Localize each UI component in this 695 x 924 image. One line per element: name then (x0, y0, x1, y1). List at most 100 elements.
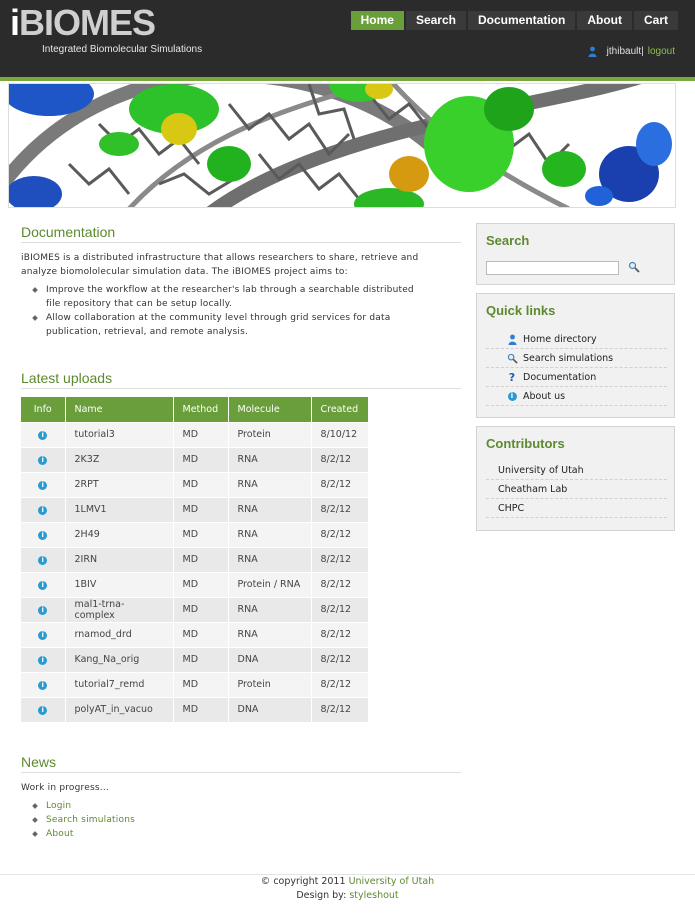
name-cell[interactable]: 2IRN (65, 546, 174, 572)
documentation-text: iBIOMES is a distributed infrastructure … (21, 253, 419, 277)
created-cell: 8/2/12 (311, 696, 369, 722)
quick-links-title: Quick links (486, 303, 556, 318)
table-row: i tutorial3 MD Protein 8/10/12 (21, 421, 369, 447)
info-icon[interactable]: i (38, 456, 48, 465)
contributor-cheatham-lab[interactable]: Cheatham Lab (486, 480, 667, 499)
main-content: Documentation iBIOMES is a distributed i… (21, 224, 461, 841)
method-cell: MD (173, 521, 229, 547)
question-icon: ? (508, 370, 516, 384)
news-link-login[interactable]: Login (46, 801, 71, 811)
molecule-cell: Protein (228, 421, 312, 447)
news-links: Login Search simulations About (33, 799, 461, 841)
quick-link-label: About us (523, 390, 566, 402)
name-cell[interactable]: tutorial3 (65, 421, 174, 447)
nav-home[interactable]: Home (350, 11, 404, 30)
table-row: i Kang_Na_orig MD DNA 8/2/12 (21, 646, 369, 672)
col-created[interactable]: Created (311, 397, 369, 422)
info-cell: i (21, 571, 66, 597)
name-cell[interactable]: 2H49 (65, 521, 174, 547)
news-text: Work in progress... (21, 783, 109, 793)
quick-link-documentation[interactable]: ? Documentation (486, 368, 667, 387)
user-area: jthibault | logout (588, 46, 675, 57)
user-icon (508, 334, 516, 345)
info-icon[interactable]: i (38, 631, 48, 640)
table-row: i tutorial7_remd MD Protein 8/2/12 (21, 671, 369, 697)
name-cell[interactable]: Kang_Na_orig (65, 646, 174, 672)
col-method[interactable]: Method (173, 397, 229, 422)
created-cell: 8/10/12 (311, 421, 369, 447)
info-icon[interactable]: i (38, 506, 48, 515)
news-link-about[interactable]: About (46, 829, 74, 839)
quick-links-list: Home directory Search simulations ? Docu… (486, 330, 667, 406)
name-cell[interactable]: polyAT_in_vacuo (65, 696, 174, 722)
created-cell: 8/2/12 (311, 496, 369, 522)
news-heading: News (21, 754, 461, 773)
molecule-cell: RNA (228, 471, 312, 497)
created-cell: 8/2/12 (311, 546, 369, 572)
col-info[interactable]: Info (21, 397, 66, 422)
list-item: About (33, 827, 428, 841)
info-icon[interactable]: i (38, 481, 48, 490)
documentation-bullets: Improve the workflow at the researcher's… (33, 283, 461, 339)
list-item: Allow collaboration at the community lev… (33, 311, 428, 339)
quick-links-box: Quick links Home directory Search simula… (476, 293, 675, 418)
site-header: iBIOMES Integrated Biomolecular Simulati… (0, 0, 695, 77)
search-icon[interactable] (628, 261, 640, 273)
quick-link-home-directory[interactable]: Home directory (486, 330, 667, 349)
info-icon[interactable]: i (38, 556, 48, 565)
molecule-cell: Protein (228, 671, 312, 697)
info-icon[interactable]: i (38, 431, 48, 440)
method-cell: MD (173, 546, 229, 572)
contributor-chpc[interactable]: CHPC (486, 499, 667, 518)
created-cell: 8/2/12 (311, 646, 369, 672)
nav-search[interactable]: Search (405, 11, 466, 30)
logo-i: i (10, 2, 20, 43)
nav-cart[interactable]: Cart (633, 11, 678, 30)
list-item: Login (33, 799, 428, 813)
latest-uploads-heading: Latest uploads (21, 370, 461, 389)
method-cell: MD (173, 696, 229, 722)
created-cell: 8/2/12 (311, 596, 369, 622)
quick-link-search-simulations[interactable]: Search simulations (486, 349, 667, 368)
info-icon[interactable]: i (38, 706, 48, 716)
method-cell: MD (173, 471, 229, 497)
copyright-link[interactable]: University of Utah (349, 876, 435, 887)
created-cell: 8/2/12 (311, 571, 369, 597)
name-cell[interactable]: 1BIV (65, 571, 174, 597)
method-cell: MD (173, 446, 229, 472)
col-name[interactable]: Name (65, 397, 174, 422)
nav-about[interactable]: About (577, 11, 632, 30)
quick-link-label: Documentation (523, 371, 597, 383)
info-icon[interactable]: i (38, 606, 48, 615)
info-cell: i (21, 621, 66, 647)
name-cell[interactable]: rnamod_drd (65, 621, 174, 647)
created-cell: 8/2/12 (311, 521, 369, 547)
table-row: i 2RPT MD RNA 8/2/12 (21, 471, 369, 497)
info-icon[interactable]: i (38, 531, 48, 540)
quick-link-about-us[interactable]: i About us (486, 387, 667, 406)
logout-link[interactable]: logout (648, 46, 675, 57)
documentation-heading: Documentation (21, 224, 461, 243)
contributor-university-of-utah[interactable]: University of Utah (486, 461, 667, 480)
info-icon[interactable]: i (38, 656, 48, 665)
search-box: Search (476, 223, 675, 285)
search-input[interactable] (486, 261, 619, 275)
info-cell: i (21, 646, 66, 672)
molecule-cell: RNA (228, 496, 312, 522)
method-cell: MD (173, 496, 229, 522)
col-molecule[interactable]: Molecule (228, 397, 312, 422)
nav-documentation[interactable]: Documentation (467, 11, 576, 30)
user-icon (588, 46, 597, 57)
site-logo[interactable]: iBIOMES (10, 2, 156, 44)
name-cell[interactable]: 2K3Z (65, 446, 174, 472)
design-link[interactable]: styleshout (349, 890, 398, 901)
news-link-search[interactable]: Search simulations (46, 815, 135, 825)
name-cell[interactable]: mal1-trna-complex (65, 596, 174, 622)
design-by-text: Design by: (296, 890, 347, 901)
info-icon[interactable]: i (38, 581, 48, 590)
info-cell: i (21, 596, 66, 622)
name-cell[interactable]: 2RPT (65, 471, 174, 497)
name-cell[interactable]: 1LMV1 (65, 496, 174, 522)
name-cell[interactable]: tutorial7_remd (65, 671, 174, 697)
info-icon[interactable]: i (38, 681, 48, 690)
